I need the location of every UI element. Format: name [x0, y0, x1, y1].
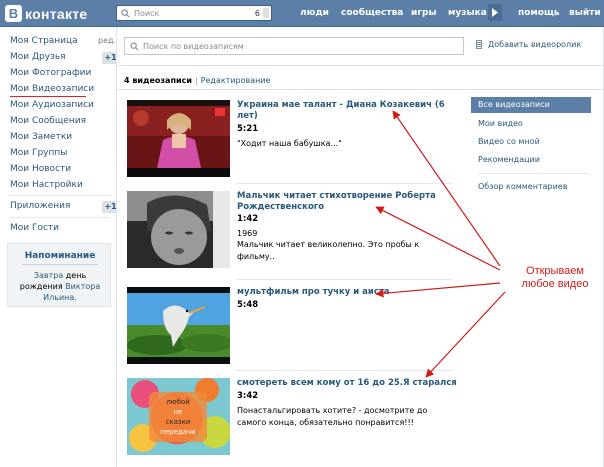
sidebar-item-label: Мои Заметки [10, 132, 73, 142]
birthday-reminder: Напоминание Завтра день рождения Виктора… [7, 243, 111, 307]
nav-people[interactable]: люди [300, 8, 329, 18]
annotation-line-1: Открываем [526, 265, 584, 277]
sidebar-item-audio[interactable]: Мои Аудиозаписи [10, 99, 110, 114]
video-search-placeholder: Поиск по видеозаписям [143, 41, 244, 51]
video-divider [236, 183, 452, 184]
sidebar-item-my-page[interactable]: Моя Страница [10, 35, 110, 50]
top-header: В контакте Поиск 6 люди сообщества игры … [0, 0, 604, 27]
reminder-body: Завтра день рождения Виктора Ильина. [12, 270, 108, 303]
sidebar-item-label: Мои Аудиозаписи [10, 100, 94, 110]
svg-text:не: не [174, 408, 183, 416]
video-thumbnail[interactable] [127, 100, 230, 177]
video-title-link[interactable]: мультфильм про тучку и аиста [237, 287, 457, 298]
sidebar-item-news[interactable]: Мои Новости [10, 163, 110, 178]
reminder-title: Напоминание [24, 251, 96, 261]
header-divider [116, 65, 604, 66]
annotation-line-2: любое видео [521, 278, 589, 290]
vk-logo[interactable]: В контакте [5, 5, 88, 22]
video-duration: 5:21 [237, 124, 259, 134]
sidebar-item-label: Мои Гости [10, 223, 60, 233]
search-clear-icon[interactable] [263, 8, 269, 18]
add-video-label: Добавить видеоролик [488, 40, 582, 49]
menu-comments-overview[interactable]: Обзор комментариев [471, 179, 591, 195]
video-count-bar: 4 видеозаписи | Редактирование [124, 76, 270, 85]
nav-logout[interactable]: выйти [569, 8, 601, 18]
sidebar-item-messages[interactable]: Мои Сообщения [10, 115, 110, 130]
video-description: "Ходит наша бабушка..." [237, 139, 342, 148]
svg-text:любой: любой [166, 398, 190, 406]
reminder-tomorrow-link[interactable]: Завтра [34, 271, 63, 280]
video-description: Мальчик читает великолепно. Это пробы к … [237, 240, 420, 261]
sidebar-item-label: Мои Группы [10, 148, 68, 158]
sidebar-item-label: Мои Настройки [10, 180, 83, 190]
sidebar-item-apps[interactable]: Приложения [10, 200, 110, 215]
svg-text:передачи: передачи [160, 428, 195, 436]
video-thumbnail[interactable]: любой не сказки передачи [127, 378, 230, 455]
logo-letter: В [5, 5, 22, 22]
sidebar-edit-link[interactable]: ред. [98, 36, 116, 45]
add-video-button[interactable]: Добавить видеоролик [476, 40, 581, 49]
video-title-link[interactable]: смотереть всем кому от 16 до 25.Я старал… [237, 378, 457, 389]
count-separator: | [194, 76, 198, 85]
annotation-text: Открываем любое видео [505, 265, 604, 291]
reminder-divider [22, 264, 98, 265]
sidebar-item-label: Мои Сообщения [10, 116, 86, 126]
list-divider [116, 89, 604, 90]
logo-text: контакте [25, 5, 88, 22]
menu-videos-with-me[interactable]: Видео со мной [471, 134, 591, 150]
video-description: Понастальгировать хотите? - досмотрите д… [237, 406, 428, 427]
sidebar-item-label: Мои Новости [10, 164, 72, 174]
top-search-placeholder: Поиск [134, 8, 160, 18]
video-duration: 1:42 [237, 214, 259, 224]
sidebar-item-groups[interactable]: Мои Группы [10, 147, 110, 162]
sidebar-item-label: Мои Фотографии [10, 68, 92, 78]
search-icon [130, 41, 139, 50]
sidebar-item-settings[interactable]: Мои Настройки [10, 179, 110, 194]
video-divider [236, 279, 452, 280]
video-divider [236, 370, 452, 371]
menu-recommendations[interactable]: Рекомендации [471, 152, 591, 168]
menu-divider [478, 173, 588, 174]
film-icon [476, 40, 482, 49]
sidebar-item-label: Мои Друзья [10, 52, 66, 62]
nav-communities[interactable]: сообщества [341, 8, 403, 18]
active-item-underline [10, 96, 86, 97]
video-count: 4 видеозаписи [124, 76, 192, 85]
video-title-link[interactable]: Украина мае талант - Диана Козакевич (6 … [237, 100, 457, 122]
sidebar-item-notes[interactable]: Мои Заметки [10, 131, 110, 146]
search-icon [121, 8, 130, 18]
video-title-link[interactable]: Мальчик читает стихотворение Роберта Рож… [237, 191, 457, 213]
video-thumbnail[interactable] [127, 287, 230, 364]
edit-videos-link[interactable]: Редактирование [201, 76, 271, 85]
video-thumbnail[interactable] [127, 191, 230, 268]
sidebar-item-friends[interactable]: Мои Друзья [10, 51, 110, 66]
menu-all-videos[interactable]: Все видеозаписи [471, 97, 591, 113]
video-duration: 5:48 [237, 300, 259, 310]
sidebar-item-label: Приложения [10, 201, 71, 211]
sidebar-item-guests[interactable]: Мои Гости [10, 222, 110, 237]
video-duration: 3:42 [237, 391, 259, 401]
sidebar-item-label: Мои Видеозаписи [10, 84, 95, 94]
video-search-input[interactable]: Поиск по видеозаписям [124, 37, 464, 55]
nav-music[interactable]: музыка [448, 8, 487, 18]
sidebar-item-photos[interactable]: Мои Фотографии [10, 67, 110, 82]
svg-text:сказки: сказки [166, 418, 191, 426]
nav-help[interactable]: помощь [518, 8, 560, 18]
top-search-count: 6 [254, 8, 260, 18]
menu-my-videos[interactable]: Мои видео [471, 116, 591, 132]
music-play-icon[interactable] [488, 4, 502, 21]
sidebar-divider [10, 195, 110, 196]
sidebar-divider [10, 217, 110, 218]
sidebar-item-label: Моя Страница [10, 36, 78, 46]
top-search-input[interactable]: Поиск 6 [116, 5, 272, 21]
nav-games[interactable]: игры [411, 8, 437, 18]
